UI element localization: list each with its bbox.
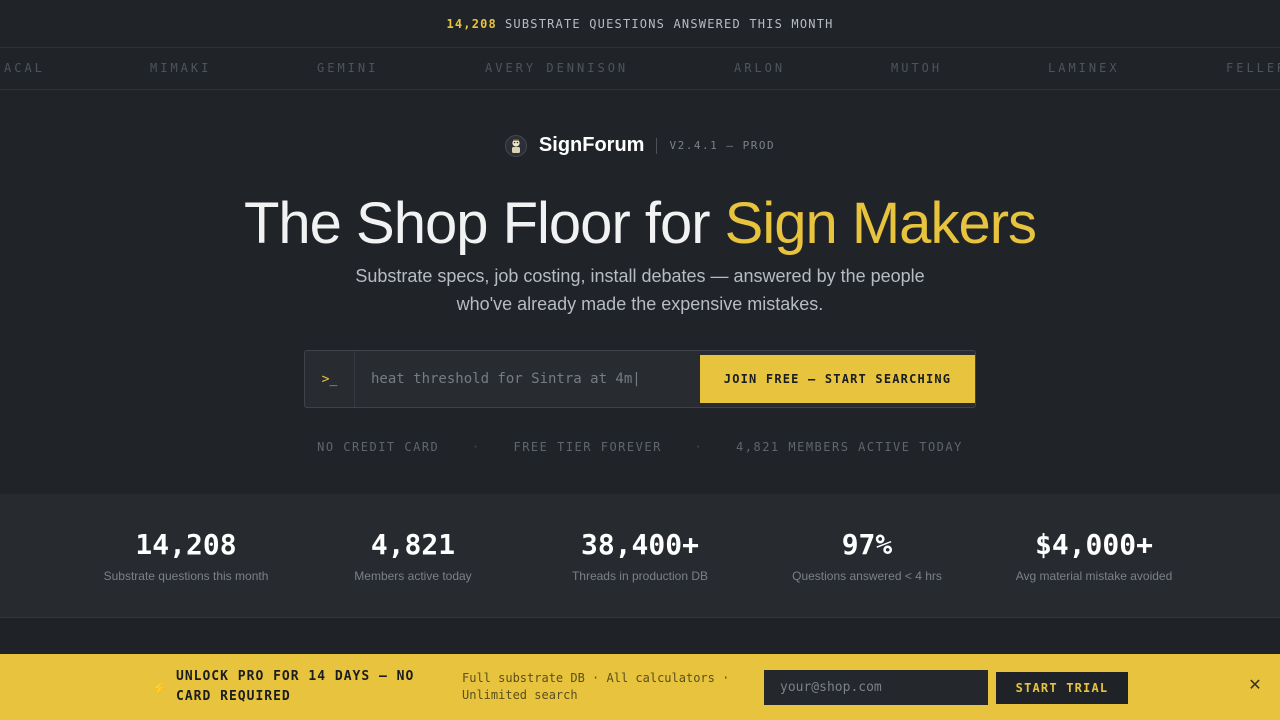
stat-label: Questions answered < 4 hrs [792, 569, 942, 583]
ticker-brand: GEMINI [317, 61, 379, 75]
close-icon[interactable]: ✕ [1246, 677, 1264, 695]
stat-value: $4,000+ [1034, 528, 1153, 561]
ticker-brand: FELLER [1226, 61, 1280, 75]
subhead-line: Substrate specs, job costing, install de… [355, 266, 925, 286]
ticker-brand: MUTOH [891, 61, 943, 75]
ticker-brand: ARLON [734, 61, 786, 75]
ticker-brand: MIMAKI [150, 61, 212, 75]
brand-header: SignForum V2.4.1 — PROD [0, 134, 1280, 157]
subhead-line: who've already made the expensive mistak… [456, 294, 824, 314]
ticker-brand: AVERY DENNISON [485, 61, 629, 75]
brand-name[interactable]: SignForum [539, 134, 645, 157]
stat-value: 97% [841, 528, 893, 561]
headline-main: The Shop Floor for [243, 191, 725, 256]
announcement-text: SUBSTRATE QUESTIONS ANSWERED THIS MONTH [505, 16, 834, 31]
search-input[interactable] [355, 351, 700, 407]
headline-accent: Sign Makers [724, 191, 1037, 256]
ticker-brand: LAMINEX [1048, 61, 1120, 75]
announcement-bar: 14,208 SUBSTRATE QUESTIONS ANSWERED THIS… [0, 0, 1280, 48]
trust-separator: · [694, 440, 704, 454]
stat-item: $4,000+ Avg material mistake avoided [974, 528, 1214, 583]
hero-section: SignForum V2.4.1 — PROD The Shop Floor f… [0, 90, 1280, 494]
trust-item: 4,821 MEMBERS ACTIVE TODAY [736, 440, 963, 454]
join-free-button[interactable]: JOIN FREE — START SEARCHING [700, 355, 975, 403]
announcement-count: 14,208 [446, 16, 497, 31]
terminal-prompt-icon: >_ [305, 351, 355, 407]
stat-value: 14,208 [135, 528, 237, 561]
stat-label: Substrate questions this month [103, 569, 269, 583]
stat-item: 14,208 Substrate questions this month [66, 528, 306, 583]
trust-item: NO CREDIT CARD [317, 440, 440, 454]
promo-title: UNLOCK PRO FOR 14 DAYS — NO CARD REQUIRE… [176, 669, 415, 704]
lightning-icon: ⚡ [152, 681, 167, 695]
trust-item: FREE TIER FOREVER [513, 440, 662, 454]
stats-strip: 14,208 Substrate questions this month 4,… [0, 494, 1280, 618]
stat-item: 97% Questions answered < 4 hrs [747, 528, 987, 583]
start-trial-button[interactable]: START TRIAL [996, 672, 1128, 704]
stat-value: 38,400+ [580, 528, 699, 561]
stat-label: Threads in production DB [571, 569, 709, 583]
subheadline: Substrate specs, job costing, install de… [0, 262, 1280, 318]
stat-label: Members active today [354, 569, 472, 583]
stat-item: 38,400+ Threads in production DB [520, 528, 760, 583]
stat-label: Avg material mistake avoided [1015, 569, 1173, 583]
promo-bar: ⚡ UNLOCK PRO FOR 14 DAYS — NO CARD REQUI… [0, 654, 1280, 720]
brand-divider [656, 137, 658, 154]
sign-maker-logo-icon [504, 134, 527, 157]
promo-features: Full substrate DB · All calculators · Un… [462, 671, 730, 702]
stat-item: 4,821 Members active today [293, 528, 533, 583]
trust-signals: NO CREDIT CARD · FREE TIER FOREVER · 4,8… [0, 440, 1280, 454]
search-bar: >_ JOIN FREE — START SEARCHING [304, 350, 976, 408]
email-field[interactable] [764, 670, 988, 705]
ticker-brand: ACAL [4, 61, 45, 75]
brand-ticker: ACAL MIMAKI GEMINI AVERY DENNISON ARLON … [0, 48, 1280, 90]
version-badge: V2.4.1 — PROD [669, 139, 776, 152]
page-title: The Shop Floor for Sign Makers [0, 190, 1280, 257]
trust-separator: · [472, 440, 481, 454]
stat-value: 4,821 [370, 528, 456, 561]
